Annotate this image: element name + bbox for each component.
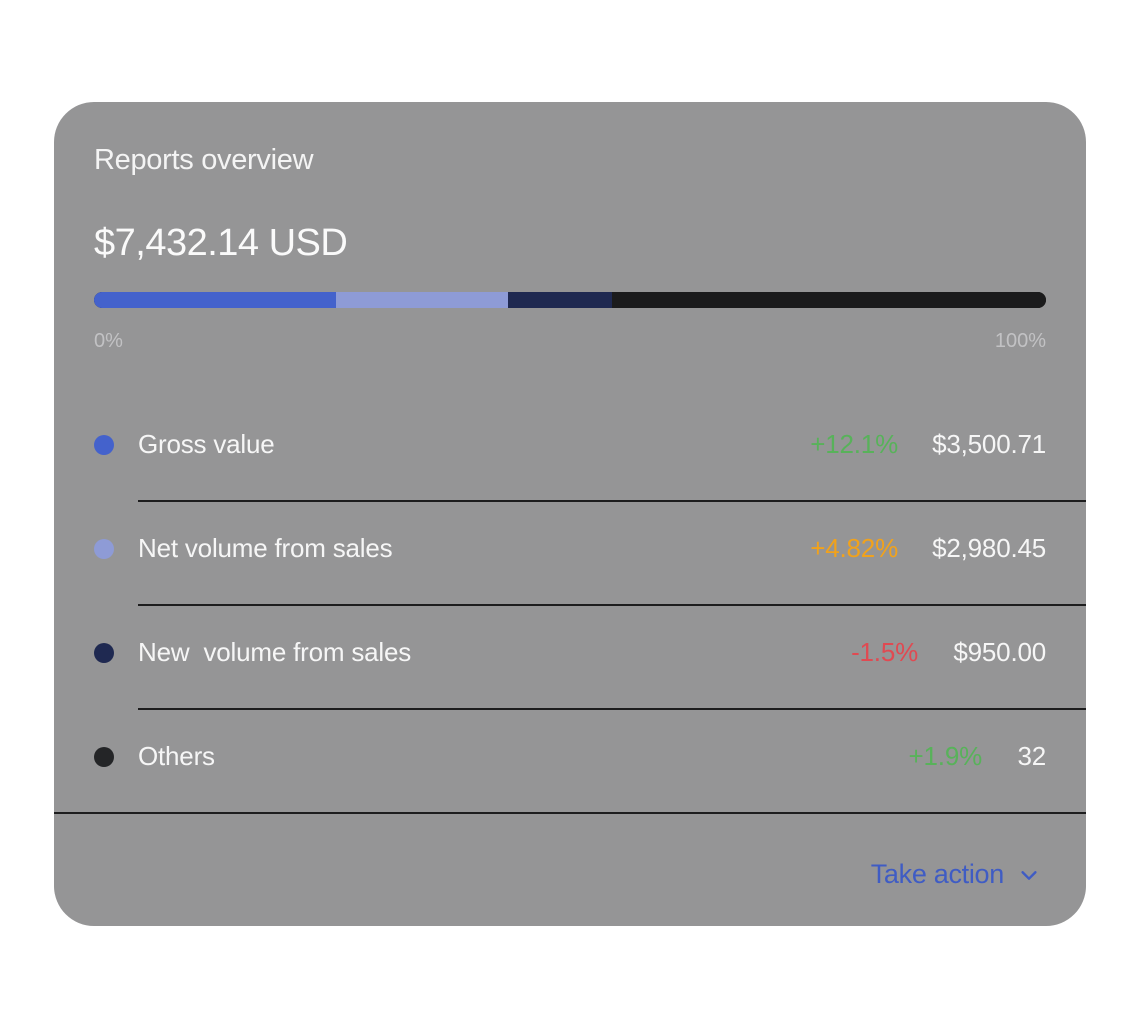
change-value: +1.9% [908, 741, 983, 771]
legend-dot [94, 435, 114, 455]
take-action-button[interactable]: Take action [871, 859, 1040, 890]
amount-value: $2,980.45 [932, 533, 1046, 563]
change-value: -1.5% [851, 637, 918, 667]
bar-max-label: 100% [994, 330, 1046, 352]
list-item-others: Others +1.9% 32 [54, 710, 1086, 814]
card-title: Reports overview [94, 144, 314, 176]
row-divider [54, 812, 1086, 814]
row-label: Gross value [138, 429, 275, 459]
row-label: New volume from sales [138, 637, 412, 667]
bar-segment-new-volume [508, 292, 612, 308]
reports-overview-card: Reports overview $7,432.14 USD 0% 100% G… [54, 102, 1086, 926]
bar-min-label: 0% [94, 330, 123, 352]
change-value: +12.1% [810, 429, 898, 459]
bar-segment-net-volume [335, 292, 509, 308]
distribution-bar [94, 292, 1046, 308]
legend-dot [94, 747, 114, 767]
amount-value: 32 [1017, 741, 1046, 771]
row-label: Others [138, 741, 215, 771]
list-item-net-volume: Net volume from sales +4.82% $2,980.45 [54, 502, 1086, 606]
amount-value: $950.00 [953, 637, 1046, 667]
bar-segment-others [611, 292, 1046, 308]
legend-dot [94, 643, 114, 663]
amount-value: $3,500.71 [932, 429, 1046, 459]
list-item-new-volume: New volume from sales -1.5% $950.00 [54, 606, 1086, 710]
row-label: Net volume from sales [138, 533, 393, 563]
take-action-label: Take action [870, 859, 1005, 889]
change-value: +4.82% [810, 533, 898, 563]
total-amount: $7,432.14 USD [94, 222, 348, 264]
legend-dot [94, 539, 114, 559]
list-item-gross-value: Gross value +12.1% $3,500.71 [54, 398, 1086, 502]
bar-segment-gross-value [94, 292, 336, 308]
chevron-down-icon [1021, 870, 1037, 880]
